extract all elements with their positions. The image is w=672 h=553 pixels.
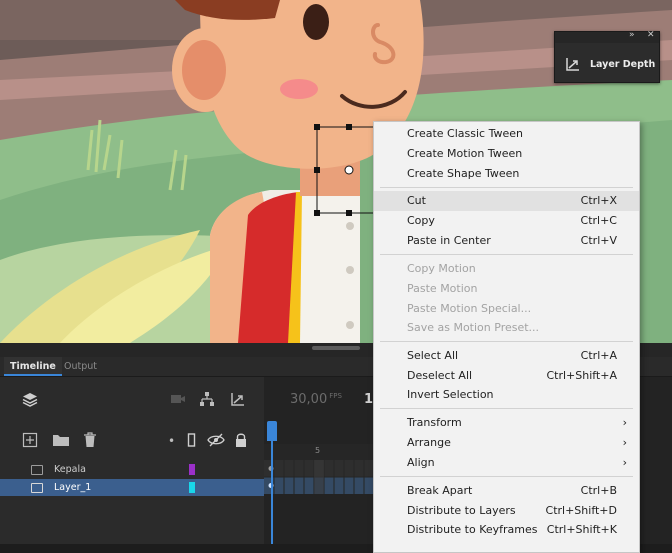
layer-depth-panel: » ✕ Layer Depth (554, 30, 660, 83)
menu-separator (380, 254, 633, 255)
layer-name: Layer_1 (54, 482, 92, 493)
layer-type-icon (31, 465, 43, 475)
lock-toggle-icon[interactable] (234, 432, 248, 448)
menu-item-create-shape-tween[interactable]: Create Shape Tween (374, 164, 639, 184)
menu-item-distribute-to-layers[interactable]: Distribute to Layers Ctrl+Shift+D (374, 501, 639, 521)
context-menu: Create Classic Tween Create Motion Tween… (373, 121, 640, 553)
menu-item-invert-selection[interactable]: Invert Selection (374, 385, 639, 405)
playhead-handle[interactable] (267, 421, 277, 441)
highlight-layer-icon[interactable]: • (168, 433, 175, 449)
frames-grid[interactable] (264, 460, 384, 494)
submenu-arrow-icon: › (622, 416, 627, 429)
layer-row-kepala[interactable]: Kepala (0, 461, 264, 478)
close-panel-button[interactable]: ✕ (647, 30, 655, 40)
layer-depth-button[interactable]: Layer Depth (590, 59, 655, 70)
layers-icon[interactable] (22, 391, 38, 407)
menu-item-distribute-to-keyframes[interactable]: Distribute to Keyframes Ctrl+Shift+K (374, 520, 639, 540)
menu-item-align[interactable]: Align › (374, 453, 639, 473)
menu-separator (380, 187, 633, 188)
panel-header: » ✕ (555, 30, 659, 43)
menu-item-create-classic-tween[interactable]: Create Classic Tween (374, 124, 639, 144)
frame-ruler[interactable] (264, 444, 384, 460)
menu-item-paste-in-center[interactable]: Paste in Center Ctrl+V (374, 231, 639, 251)
fps-value: 30,00 (290, 392, 328, 407)
menu-item-save-as-motion-preset: Save as Motion Preset... (407, 321, 540, 334)
menu-item-copy-motion: Copy Motion (407, 262, 476, 275)
menu-item-transform[interactable]: Transform › (374, 413, 639, 433)
frame-marker-label: 5 (315, 446, 321, 455)
outline-toggle-icon[interactable] (187, 433, 197, 447)
menu-item-cut[interactable]: Cut Ctrl+X (374, 191, 639, 211)
layer-name: Kepala (54, 464, 86, 475)
menu-item-break-apart[interactable]: Break Apart Ctrl+B (374, 481, 639, 501)
layer-color-swatch[interactable] (189, 482, 195, 493)
layer-depth-icon (566, 58, 579, 71)
current-frame-readout[interactable]: 1 (364, 392, 373, 407)
layer-color-swatch[interactable] (189, 464, 195, 475)
submenu-arrow-icon: › (622, 456, 627, 469)
new-layer-icon[interactable] (22, 432, 38, 448)
playhead-line (271, 441, 273, 544)
expand-panel-button[interactable]: » (629, 30, 635, 40)
menu-item-select-all[interactable]: Select All Ctrl+A (374, 346, 639, 366)
menu-item-copy[interactable]: Copy Ctrl+C (374, 211, 639, 231)
menu-item-create-motion-tween[interactable]: Create Motion Tween (374, 144, 639, 164)
tab-timeline[interactable]: Timeline (4, 357, 62, 376)
fps-unit: FPS (329, 392, 342, 400)
menu-item-deselect-all[interactable]: Deselect All Ctrl+Shift+A (374, 366, 639, 386)
layer-row-layer-1[interactable]: Layer_1 (0, 479, 264, 496)
submenu-arrow-icon: › (622, 436, 627, 449)
parenting-icon[interactable] (199, 391, 215, 407)
menu-separator (380, 408, 633, 409)
menu-item-paste-motion: Paste Motion (407, 282, 478, 295)
layer-depth-toggle-icon[interactable] (230, 391, 246, 407)
menu-separator (380, 476, 633, 477)
new-folder-icon[interactable] (52, 433, 70, 447)
layer-type-icon (31, 483, 43, 493)
menu-item-paste-motion-special: Paste Motion Special... (407, 302, 532, 315)
visibility-toggle-icon[interactable] (207, 433, 225, 447)
camera-icon[interactable] (170, 393, 186, 405)
menu-separator (380, 341, 633, 342)
menu-item-arrange[interactable]: Arrange › (374, 433, 639, 453)
delete-layer-icon[interactable] (83, 432, 97, 448)
splitter-grip[interactable] (312, 346, 360, 350)
fps-readout[interactable]: 30,00 FPS (290, 392, 342, 407)
tab-output[interactable]: Output (58, 357, 103, 376)
